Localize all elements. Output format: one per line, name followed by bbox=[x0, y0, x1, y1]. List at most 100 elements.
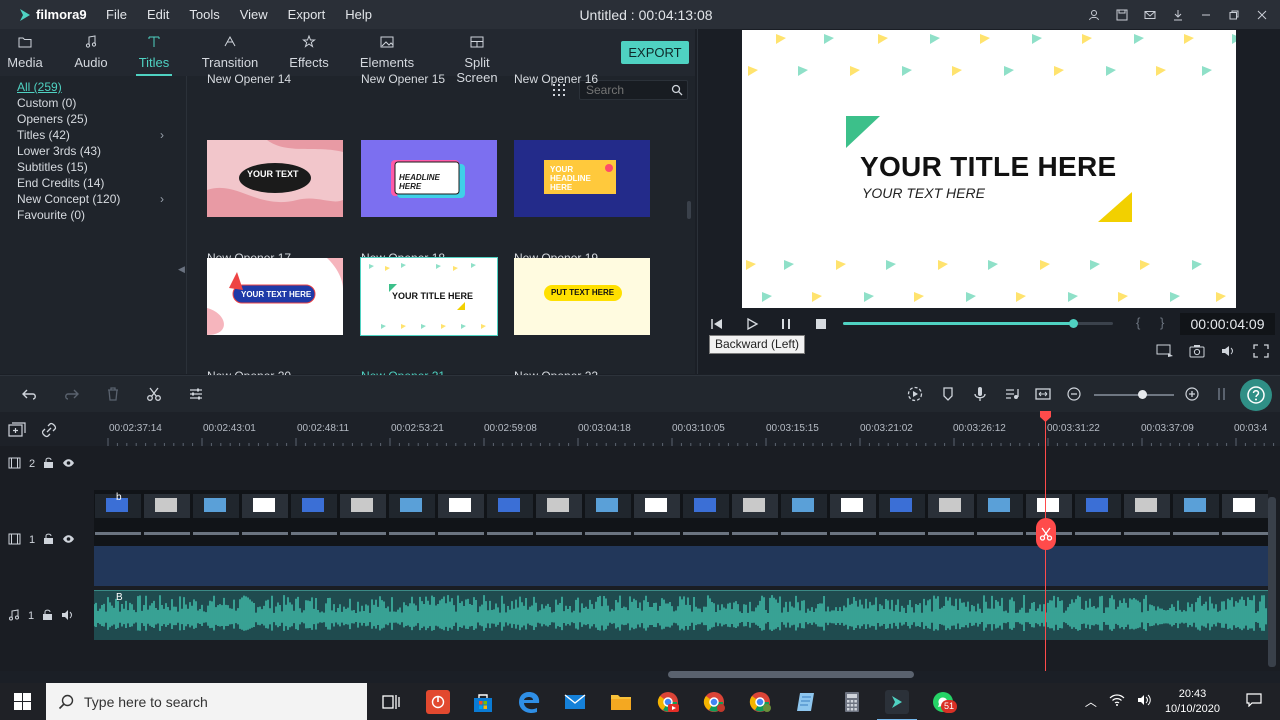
category-subtitles[interactable]: Subtitles (15) bbox=[0, 159, 186, 175]
snapshot-icon[interactable] bbox=[1188, 344, 1206, 358]
chrome-icon[interactable] bbox=[748, 690, 772, 714]
menu-export[interactable]: Export bbox=[288, 7, 336, 22]
item-label[interactable]: New Opener 15 bbox=[361, 72, 445, 86]
file-explorer-icon[interactable] bbox=[609, 690, 633, 714]
category-titles[interactable]: Titles (42) › bbox=[0, 127, 186, 143]
audio-mixer-icon[interactable] bbox=[1004, 386, 1020, 402]
account-icon[interactable] bbox=[1086, 7, 1102, 23]
close-icon[interactable] bbox=[1254, 7, 1270, 23]
lock-icon[interactable] bbox=[43, 533, 54, 548]
step-backward-icon[interactable] bbox=[710, 317, 724, 331]
zoom-slider[interactable] bbox=[1094, 390, 1174, 399]
export-button[interactable]: EXPORT bbox=[621, 41, 689, 64]
save-icon[interactable] bbox=[1114, 7, 1130, 23]
split-scissors-button[interactable] bbox=[1036, 518, 1056, 550]
voiceover-icon[interactable] bbox=[972, 386, 988, 402]
chrome-youtube-icon[interactable] bbox=[656, 690, 680, 714]
volume-tray-icon[interactable] bbox=[1137, 694, 1151, 709]
adjust-icon[interactable] bbox=[188, 386, 204, 402]
filmora-taskbar-icon[interactable] bbox=[877, 690, 917, 720]
mail-icon[interactable] bbox=[1142, 7, 1158, 23]
render-icon[interactable] bbox=[907, 386, 923, 402]
undo-icon[interactable] bbox=[22, 386, 38, 402]
link-icon[interactable] bbox=[41, 422, 57, 438]
tab-media[interactable]: Media bbox=[4, 29, 46, 76]
library-scrollbar[interactable] bbox=[687, 201, 691, 219]
cut-icon[interactable] bbox=[146, 386, 162, 402]
mark-in-out-icon[interactable]: { } bbox=[1136, 315, 1172, 330]
zoom-out-icon[interactable] bbox=[1066, 386, 1082, 402]
wifi-icon[interactable] bbox=[1109, 694, 1125, 709]
progress-knob[interactable] bbox=[1068, 319, 1078, 328]
delete-icon[interactable] bbox=[105, 386, 121, 402]
tab-elements[interactable]: Elements bbox=[358, 29, 416, 76]
fit-timeline-icon[interactable] bbox=[1035, 386, 1051, 402]
lock-icon[interactable] bbox=[42, 609, 53, 624]
tab-effects[interactable]: Effects bbox=[286, 29, 332, 76]
redo-icon[interactable] bbox=[63, 386, 79, 402]
chevron-up-icon[interactable]: ︿ bbox=[1085, 693, 1097, 710]
help-button[interactable] bbox=[1240, 379, 1272, 411]
store-icon[interactable] bbox=[471, 690, 495, 714]
windows-start-icon[interactable] bbox=[14, 693, 31, 710]
item-label[interactable]: New Opener 14 bbox=[207, 72, 291, 86]
timeline-vertical-scrollbar[interactable] bbox=[1268, 497, 1276, 667]
clock[interactable]: 20:43 10/10/2020 bbox=[1165, 687, 1220, 717]
title-thumb-opener-19[interactable]: YOUR HEADLINE HERE bbox=[514, 140, 650, 217]
calculator-icon[interactable] bbox=[840, 690, 864, 714]
speaker-icon[interactable] bbox=[61, 609, 74, 624]
tab-titles[interactable]: Titles bbox=[136, 29, 172, 76]
category-new-concept[interactable]: New Concept (120) › bbox=[0, 191, 186, 207]
collapse-sidebar-icon[interactable]: ◀ bbox=[178, 264, 185, 275]
pause-icon[interactable] bbox=[779, 317, 793, 331]
video-clip-body[interactable] bbox=[94, 546, 1268, 586]
audio-clip[interactable]: B bbox=[94, 590, 1268, 640]
edge-browser-icon[interactable] bbox=[517, 690, 541, 714]
eye-icon[interactable] bbox=[62, 458, 75, 471]
power-app-icon[interactable] bbox=[426, 690, 450, 714]
category-end-credits[interactable]: End Credits (14) bbox=[0, 175, 186, 191]
tab-transition[interactable]: Transition bbox=[198, 29, 262, 76]
category-lower-3rds[interactable]: Lower 3rds (43) bbox=[0, 143, 186, 159]
download-icon[interactable] bbox=[1170, 7, 1186, 23]
tab-split-screen[interactable]: Split Screen bbox=[443, 29, 511, 85]
category-favourite[interactable]: Favourite (0) bbox=[0, 207, 186, 223]
search-icon[interactable] bbox=[671, 84, 683, 96]
timeline-horizontal-scrollbar[interactable] bbox=[668, 671, 914, 678]
stop-icon[interactable] bbox=[814, 317, 828, 331]
zoom-knob[interactable] bbox=[1138, 390, 1147, 399]
title-thumb-opener-20[interactable]: YOUR TEXT HERE bbox=[207, 258, 343, 335]
chrome-profile-icon[interactable] bbox=[702, 690, 726, 714]
title-thumb-opener-17[interactable]: YOUR TEXT bbox=[207, 140, 343, 217]
menu-tools[interactable]: Tools bbox=[189, 7, 229, 22]
item-label[interactable]: New Opener 16 bbox=[514, 72, 598, 86]
menu-help[interactable]: Help bbox=[345, 7, 382, 22]
menu-view[interactable]: View bbox=[240, 7, 278, 22]
category-openers[interactable]: Openers (25) bbox=[0, 111, 186, 127]
title-thumb-opener-18[interactable]: HEADLINE HERE bbox=[361, 140, 497, 217]
marker-icon[interactable] bbox=[940, 386, 956, 402]
panel-toggle-icon[interactable] bbox=[1216, 386, 1232, 402]
menu-file[interactable]: File bbox=[106, 7, 137, 22]
timeline-ruler[interactable]: 00:02:37:14 00:02:43:01 00:02:48:11 00:0… bbox=[0, 412, 1280, 446]
task-view-icon[interactable] bbox=[379, 690, 403, 714]
notifications-icon[interactable] bbox=[1246, 693, 1262, 710]
taskbar-search[interactable]: Type here to search bbox=[46, 683, 367, 720]
minimize-icon[interactable] bbox=[1198, 7, 1214, 23]
lock-icon[interactable] bbox=[43, 457, 54, 472]
tab-audio[interactable]: Audio bbox=[70, 29, 112, 76]
category-all[interactable]: All (259) bbox=[0, 79, 186, 95]
title-thumb-opener-21[interactable]: YOUR TITLE HERE bbox=[360, 257, 498, 336]
mail-app-icon[interactable] bbox=[563, 690, 587, 714]
render-preview-icon[interactable] bbox=[1156, 344, 1174, 358]
notepad-icon[interactable] bbox=[794, 690, 818, 714]
volume-icon[interactable] bbox=[1220, 344, 1238, 358]
category-custom[interactable]: Custom (0) bbox=[0, 95, 186, 111]
menu-edit[interactable]: Edit bbox=[147, 7, 179, 22]
playhead-handle-icon[interactable] bbox=[1039, 410, 1052, 423]
title-thumb-opener-22[interactable]: PUT TEXT HERE bbox=[514, 258, 650, 335]
playback-progress-bar[interactable] bbox=[843, 319, 1113, 328]
whatsapp-icon[interactable]: 51 bbox=[931, 690, 958, 714]
add-track-icon[interactable] bbox=[8, 422, 26, 438]
eye-icon[interactable] bbox=[62, 534, 75, 547]
